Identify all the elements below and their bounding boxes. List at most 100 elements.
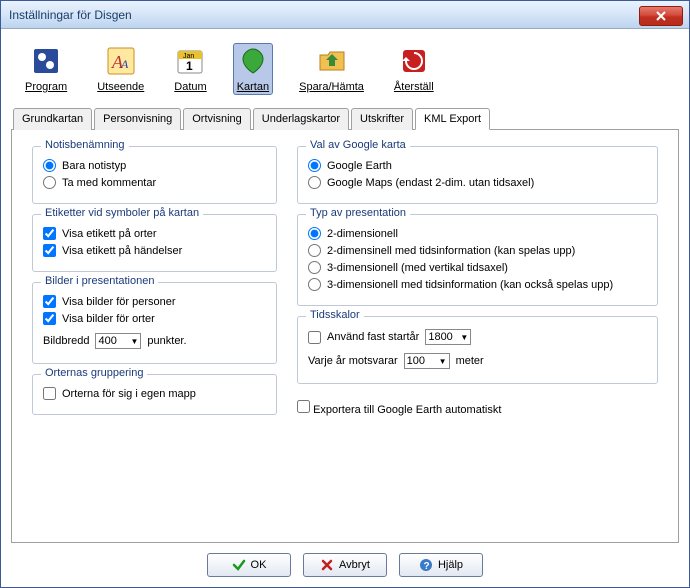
select-startar[interactable]: 1800 ▼: [425, 329, 471, 345]
group-title: Etiketter vid symboler på kartan: [41, 207, 203, 219]
group-presentation: Typ av presentation 2-dimensionell 2-dim…: [297, 214, 658, 306]
titlebar: Inställningar för Disgen: [1, 1, 689, 29]
group-notisbenamning: Notisbenämning Bara notistyp Ta med komm…: [32, 146, 277, 204]
group-bilder: Bilder i presentationen Visa bilder för …: [32, 282, 277, 364]
group-etiketter: Etiketter vid symboler på kartan Visa et…: [32, 214, 277, 272]
group-title: Bilder i presentationen: [41, 275, 158, 287]
content: Program AA Utseende Jan1 Datum Kartan: [1, 29, 689, 587]
label-etikett-orter[interactable]: Visa etikett på orter: [62, 228, 157, 240]
label-punkter: punkter.: [147, 335, 186, 347]
tab-utskrifter[interactable]: Utskrifter: [351, 108, 413, 130]
radio-3d[interactable]: [308, 261, 321, 274]
checkbox-export-auto[interactable]: [297, 400, 310, 413]
x-icon: [320, 558, 334, 572]
group-title: Notisbenämning: [41, 139, 129, 151]
select-value: 100: [407, 355, 435, 367]
toolbar: Program AA Utseende Jan1 Datum Kartan: [11, 37, 679, 107]
label-fast-startar[interactable]: Använd fast startår: [327, 331, 419, 343]
toolbar-spara-hamta[interactable]: Spara/Hämta: [295, 43, 368, 95]
label-ta-med-kommentar[interactable]: Ta med kommentar: [62, 177, 156, 189]
chevron-down-icon: ▼: [460, 333, 468, 342]
toolbar-label: Kartan: [237, 81, 269, 93]
checkbox-bilder-personer[interactable]: [43, 295, 56, 308]
ok-button[interactable]: OK: [207, 553, 291, 577]
group-title: Tidsskalor: [306, 309, 364, 321]
tab-grundkartan[interactable]: Grundkartan: [13, 108, 92, 130]
svg-text:A: A: [120, 57, 129, 71]
dialog-buttons: OK Avbryt ? Hjälp: [11, 543, 679, 577]
window-title: Inställningar för Disgen: [9, 8, 132, 22]
svg-text:?: ?: [423, 561, 429, 572]
radio-ta-med-kommentar[interactable]: [43, 176, 56, 189]
label-varje-ar: Varje år motsvarar: [308, 355, 398, 367]
label-2d[interactable]: 2-dimensionell: [327, 228, 398, 240]
map-icon: [237, 45, 269, 77]
toolbar-label: Återställ: [394, 81, 434, 93]
tab-panel-kml-export: Notisbenämning Bara notistyp Ta med komm…: [11, 130, 679, 543]
toolbar-kartan[interactable]: Kartan: [233, 43, 273, 95]
gear-icon: [30, 45, 62, 77]
tab-ortvisning[interactable]: Ortvisning: [183, 108, 251, 130]
radio-2d-tid[interactable]: [308, 244, 321, 257]
toolbar-datum[interactable]: Jan1 Datum: [170, 43, 210, 95]
button-label: OK: [251, 559, 267, 571]
label-etikett-handelser[interactable]: Visa etikett på händelser: [62, 245, 182, 257]
button-label: Avbryt: [339, 559, 370, 571]
label-bilder-orter[interactable]: Visa bilder för orter: [62, 313, 155, 325]
help-button[interactable]: ? Hjälp: [399, 553, 483, 577]
close-button[interactable]: [639, 6, 683, 26]
right-column: Val av Google karta Google Earth Google …: [297, 146, 658, 526]
radio-3d-tid[interactable]: [308, 278, 321, 291]
radio-2d[interactable]: [308, 227, 321, 240]
label-export-auto[interactable]: Exportera till Google Earth automatiskt: [313, 404, 501, 416]
select-value: 400: [98, 335, 126, 347]
group-title: Orternas gruppering: [41, 367, 147, 379]
label-google-earth[interactable]: Google Earth: [327, 160, 392, 172]
group-title: Val av Google karta: [306, 139, 410, 151]
toolbar-label: Utseende: [97, 81, 144, 93]
label-meter: meter: [456, 355, 484, 367]
label-3d[interactable]: 3-dimensionell (med vertikal tidsaxel): [327, 262, 508, 274]
label-egen-mapp[interactable]: Orterna för sig i egen mapp: [62, 388, 196, 400]
tab-kml-export[interactable]: KML Export: [415, 108, 490, 130]
tab-strip: Grundkartan Personvisning Ortvisning Und…: [11, 107, 679, 130]
folder-icon: [316, 45, 348, 77]
settings-window: Inställningar för Disgen Program AA Utse…: [0, 0, 690, 588]
toolbar-utseende[interactable]: AA Utseende: [93, 43, 148, 95]
label-google-maps[interactable]: Google Maps (endast 2-dim. utan tidsaxel…: [327, 177, 534, 189]
checkbox-fast-startar[interactable]: [308, 331, 321, 344]
font-icon: AA: [105, 45, 137, 77]
svg-text:1: 1: [186, 59, 193, 73]
radio-bara-notistyp[interactable]: [43, 159, 56, 172]
label-bilder-personer[interactable]: Visa bilder för personer: [62, 296, 176, 308]
select-value: 1800: [428, 331, 456, 343]
checkbox-egen-mapp[interactable]: [43, 387, 56, 400]
group-google-karta: Val av Google karta Google Earth Google …: [297, 146, 658, 204]
button-label: Hjälp: [438, 559, 463, 571]
chevron-down-icon: ▼: [439, 357, 447, 366]
checkbox-etikett-orter[interactable]: [43, 227, 56, 240]
select-bildbredd[interactable]: 400 ▼: [95, 333, 141, 349]
checkbox-etikett-handelser[interactable]: [43, 244, 56, 257]
chevron-down-icon: ▼: [130, 337, 138, 346]
label-2d-tid[interactable]: 2-dimensinell med tidsinformation (kan s…: [327, 245, 575, 257]
toolbar-program[interactable]: Program: [21, 43, 71, 95]
tab-underlagskartor[interactable]: Underlagskartor: [253, 108, 349, 130]
close-icon: [656, 11, 666, 21]
cancel-button[interactable]: Avbryt: [303, 553, 387, 577]
check-icon: [232, 558, 246, 572]
group-ortgruppering: Orternas gruppering Orterna för sig i eg…: [32, 374, 277, 415]
label-3d-tid[interactable]: 3-dimensionell med tidsinformation (kan …: [327, 279, 613, 291]
select-ar-value[interactable]: 100 ▼: [404, 353, 450, 369]
radio-google-earth[interactable]: [308, 159, 321, 172]
toolbar-label: Program: [25, 81, 67, 93]
checkbox-bilder-orter[interactable]: [43, 312, 56, 325]
label-bara-notistyp[interactable]: Bara notistyp: [62, 160, 126, 172]
toolbar-label: Datum: [174, 81, 206, 93]
radio-google-maps[interactable]: [308, 176, 321, 189]
toolbar-aterstall[interactable]: Återställ: [390, 43, 438, 95]
calendar-icon: Jan1: [174, 45, 206, 77]
label-bildbredd: Bildbredd: [43, 335, 89, 347]
tab-personvisning[interactable]: Personvisning: [94, 108, 181, 130]
reset-icon: [398, 45, 430, 77]
